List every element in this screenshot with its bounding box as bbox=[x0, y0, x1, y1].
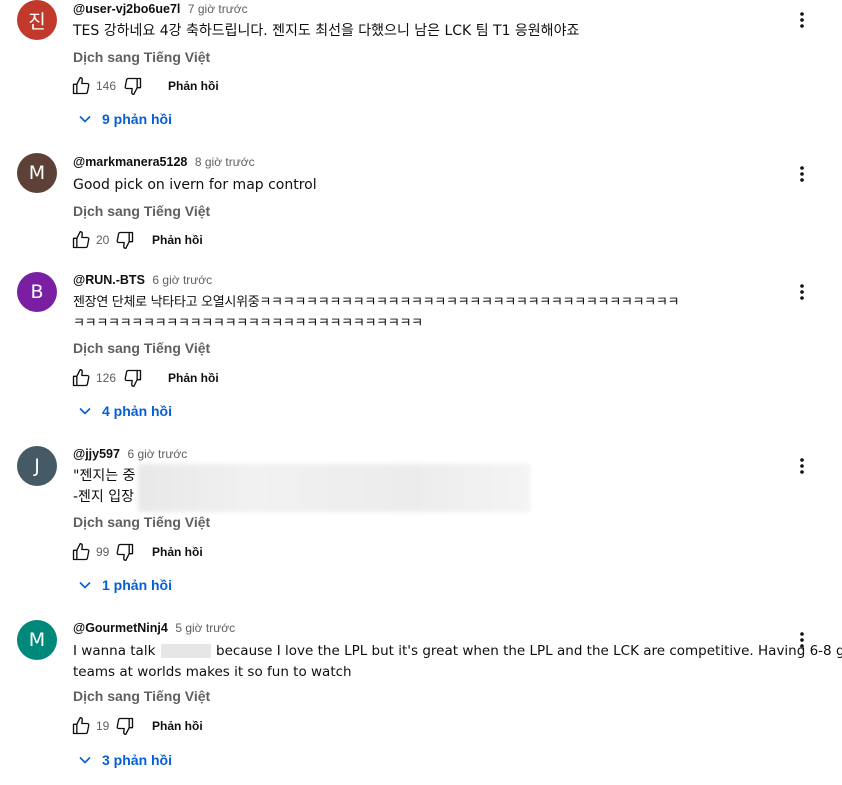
timestamp[interactable]: 5 giờ trước bbox=[175, 621, 235, 635]
avatar[interactable]: M bbox=[17, 153, 57, 193]
comment-actions: 99 Phản hồi bbox=[70, 540, 203, 564]
comment-text: I wanna talk because I love the LPL but … bbox=[73, 641, 842, 683]
like-count: 19 bbox=[96, 719, 110, 733]
timestamp[interactable]: 6 giờ trước bbox=[127, 447, 187, 461]
more-vert-icon[interactable] bbox=[794, 162, 810, 186]
replies-count[interactable]: 4 phản hồi bbox=[102, 403, 172, 419]
reply-button[interactable]: Phản hồi bbox=[152, 545, 203, 559]
thumb-down-icon[interactable] bbox=[114, 541, 136, 563]
comment-header: @jjy597 6 giờ trước bbox=[73, 447, 187, 461]
comment-header: @user-vj2bo6ue7l 7 giờ trước bbox=[73, 2, 248, 16]
comment-line: TES 강하네요 4강 축하드립니다. 젠지도 최선을 다했으니 남은 LCK … bbox=[73, 23, 580, 39]
comment-line-start: I wanna talk bbox=[73, 643, 156, 659]
comment-line: ㅋㅋㅋㅋㅋㅋㅋㅋㅋㅋㅋㅋㅋㅋㅋㅋㅋㅋㅋㅋㅋㅋㅋㅋㅋㅋㅋㅋㅋㅋ bbox=[73, 316, 423, 331]
translate-link[interactable]: Dịch sang Tiếng Việt bbox=[73, 514, 210, 530]
thumb-up-icon[interactable] bbox=[70, 75, 92, 97]
avatar[interactable]: B bbox=[17, 272, 57, 312]
comment-actions: 146 Phản hồi bbox=[70, 74, 219, 98]
view-replies-button[interactable]: 3 phản hồi bbox=[78, 752, 172, 768]
like-count: 126 bbox=[96, 371, 117, 385]
comment-line: I wanna talk because I love the LPL but … bbox=[73, 641, 842, 662]
more-vert-icon[interactable] bbox=[794, 454, 810, 478]
author-handle[interactable]: @markmanera5128 bbox=[73, 155, 187, 169]
replies-count[interactable]: 3 phản hồi bbox=[102, 752, 172, 768]
translate-link[interactable]: Dịch sang Tiếng Việt bbox=[73, 688, 210, 704]
comment-actions: 126 Phản hồi bbox=[70, 366, 219, 390]
thumb-up-icon[interactable] bbox=[70, 541, 92, 563]
comment-line: teams at worlds makes it so fun to watch bbox=[73, 664, 352, 680]
view-replies-button[interactable]: 4 phản hồi bbox=[78, 403, 172, 419]
comment-header: @GourmetNinj4 5 giờ trước bbox=[73, 621, 235, 635]
comment-header: @RUN.-BTS 6 giờ trước bbox=[73, 273, 212, 287]
avatar[interactable]: J bbox=[17, 446, 57, 486]
more-vert-icon[interactable] bbox=[794, 628, 810, 652]
chevron-down-icon bbox=[79, 407, 91, 415]
redacted-word bbox=[160, 644, 211, 658]
more-vert-icon[interactable] bbox=[794, 280, 810, 304]
thumb-down-icon[interactable] bbox=[114, 229, 136, 251]
translate-link[interactable]: Dịch sang Tiếng Việt bbox=[73, 203, 210, 219]
like-count: 99 bbox=[96, 545, 110, 559]
avatar[interactable]: M bbox=[17, 620, 57, 660]
comment-header: @markmanera5128 8 giờ trước bbox=[73, 155, 255, 169]
avatar[interactable]: 진 bbox=[17, 0, 57, 40]
author-handle[interactable]: @user-vj2bo6ue7l bbox=[73, 2, 180, 16]
replies-count[interactable]: 1 phản hồi bbox=[102, 577, 172, 593]
timestamp[interactable]: 7 giờ trước bbox=[188, 2, 248, 16]
timestamp[interactable]: 8 giờ trước bbox=[195, 155, 255, 169]
comment-actions: 19 Phản hồi bbox=[70, 714, 203, 738]
comment-text: 젠장연 단체로 낙타타고 오열시위중ㅋㅋㅋㅋㅋㅋㅋㅋㅋㅋㅋㅋㅋㅋㅋㅋㅋㅋㅋㅋㅋㅋ… bbox=[73, 292, 783, 334]
chevron-down-icon bbox=[79, 581, 91, 589]
thumb-up-icon[interactable] bbox=[70, 715, 92, 737]
comment-line: 젠장연 단체로 낙타타고 오열시위중ㅋㅋㅋㅋㅋㅋㅋㅋㅋㅋㅋㅋㅋㅋㅋㅋㅋㅋㅋㅋㅋㅋ… bbox=[73, 295, 680, 310]
view-replies-button[interactable]: 1 phản hồi bbox=[78, 577, 172, 593]
reply-button[interactable]: Phản hồi bbox=[168, 371, 219, 385]
timestamp[interactable]: 6 giờ trước bbox=[152, 273, 212, 287]
redacted-region bbox=[138, 464, 530, 512]
thumb-down-icon[interactable] bbox=[122, 75, 144, 97]
view-replies-button[interactable]: 9 phản hồi bbox=[78, 111, 172, 127]
thumb-up-icon[interactable] bbox=[70, 367, 92, 389]
thumb-down-icon[interactable] bbox=[122, 367, 144, 389]
chevron-down-icon bbox=[79, 115, 91, 123]
comment-text: TES 강하네요 4강 축하드립니다. 젠지도 최선을 다했으니 남은 LCK … bbox=[73, 21, 783, 42]
thumb-down-icon[interactable] bbox=[114, 715, 136, 737]
like-count: 20 bbox=[96, 233, 110, 247]
thumb-up-icon[interactable] bbox=[70, 229, 92, 251]
author-handle[interactable]: @RUN.-BTS bbox=[73, 273, 145, 287]
reply-button[interactable]: Phản hồi bbox=[152, 719, 203, 733]
comment-line: Good pick on ivern for map control bbox=[73, 177, 317, 193]
chevron-down-icon bbox=[79, 756, 91, 764]
comment-line-end: because I love the LPL but it's great wh… bbox=[216, 643, 842, 659]
like-count: 146 bbox=[96, 79, 117, 93]
more-vert-icon[interactable] bbox=[794, 8, 810, 32]
translate-link[interactable]: Dịch sang Tiếng Việt bbox=[73, 340, 210, 356]
comment-actions: 20 Phản hồi bbox=[70, 228, 203, 252]
comment-text: Good pick on ivern for map control bbox=[73, 175, 783, 196]
author-handle[interactable]: @jjy597 bbox=[73, 447, 120, 461]
reply-button[interactable]: Phản hồi bbox=[152, 233, 203, 247]
author-handle[interactable]: @GourmetNinj4 bbox=[73, 621, 168, 635]
reply-button[interactable]: Phản hồi bbox=[168, 79, 219, 93]
translate-link[interactable]: Dịch sang Tiếng Việt bbox=[73, 49, 210, 65]
replies-count[interactable]: 9 phản hồi bbox=[102, 111, 172, 127]
